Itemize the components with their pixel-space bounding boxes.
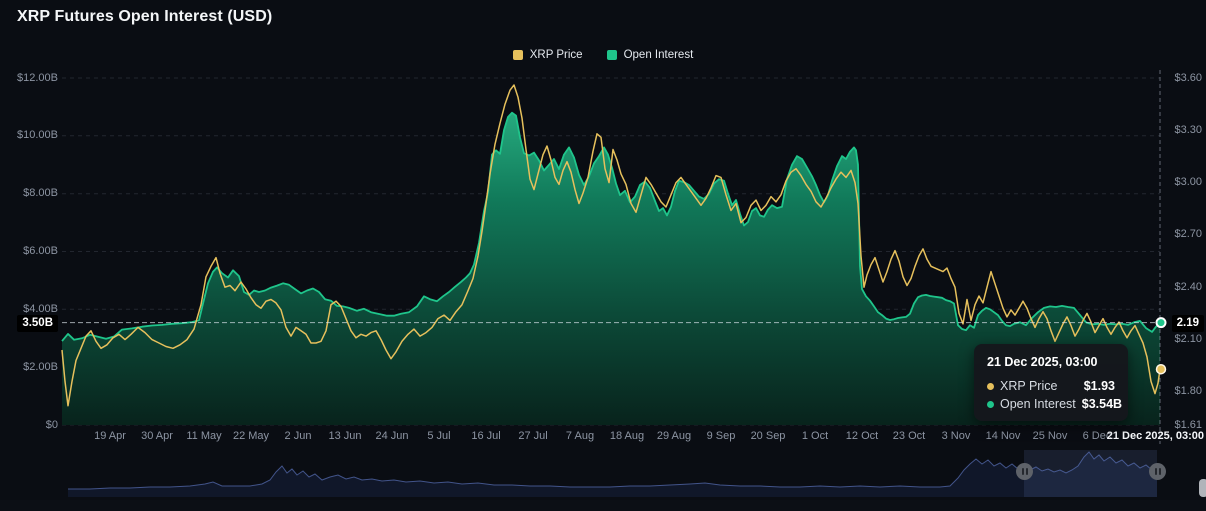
left-axis-tick-label: $0: [2, 419, 58, 432]
x-axis-tick-label: 11 May: [186, 430, 221, 443]
bottom-strip: [0, 500, 1206, 511]
x-axis-tick-label: 19 Apr: [94, 430, 126, 443]
tooltip-row-xrp-price: XRP Price $1.93: [987, 379, 1115, 393]
handle-grip-icon: [1159, 468, 1161, 475]
x-axis-tick-label: 25 Nov: [1033, 430, 1068, 443]
chart-widget: XRP Futures Open Interest (USD) XRP Pric…: [0, 0, 1206, 511]
x-axis-tick-label: 16 Jul: [471, 430, 500, 443]
tooltip-value-open-interest: $3.54B: [1082, 397, 1122, 411]
left-axis-tick-label: $12.00B: [2, 72, 58, 85]
navigator-right-handle[interactable]: [1149, 463, 1166, 480]
x-axis-tick-label: 12 Oct: [846, 430, 878, 443]
right-axis-tick-label: $2.40: [1166, 281, 1202, 294]
page-scrollbar-thumb[interactable]: [1199, 479, 1206, 497]
tooltip-label-open-interest: Open Interest: [1000, 397, 1076, 411]
tooltip-date: 21 Dec 2025, 03:00: [987, 355, 1115, 369]
right-axis-tick-label: $3.60: [1166, 72, 1202, 85]
left-axis-tick-label: $10.00B: [2, 129, 58, 142]
handle-grip-icon: [1026, 468, 1028, 475]
crosshair-date-label: 21 Dec 2025, 03:00: [1107, 430, 1204, 442]
x-axis-tick-label: 13 Jun: [328, 430, 361, 443]
tooltip-value-xrp-price: $1.93: [1084, 379, 1115, 393]
price-axis-last-value-badge: 2.19: [1172, 315, 1204, 332]
open-interest-last-point: [1157, 318, 1166, 327]
xrp-price-last-point: [1157, 365, 1166, 374]
tooltip: 21 Dec 2025, 03:00 XRP Price $1.93 Open …: [974, 344, 1128, 421]
x-axis-tick-label: 5 Jul: [427, 430, 450, 443]
left-axis-tick-label: $2.00B: [2, 361, 58, 374]
x-axis-tick-label: 14 Nov: [986, 430, 1021, 443]
handle-grip-icon: [1022, 468, 1024, 475]
xrp-price-dot-icon: [987, 383, 994, 390]
handle-grip-icon: [1155, 468, 1157, 475]
x-axis-tick-label: 29 Aug: [657, 430, 691, 443]
left-axis-tick-label: $8.00B: [2, 187, 58, 200]
x-axis-tick-label: 3 Nov: [942, 430, 971, 443]
x-axis-tick-label: 20 Sep: [751, 430, 786, 443]
x-axis-tick-label: 9 Sep: [707, 430, 736, 443]
x-axis-tick-label: 2 Jun: [285, 430, 312, 443]
open-interest-last-value-badge: 3.50B: [17, 315, 58, 332]
x-axis-tick-label: 27 Jul: [518, 430, 547, 443]
x-axis-tick-label: 18 Aug: [610, 430, 644, 443]
x-axis-tick-label: 23 Oct: [893, 430, 925, 443]
x-axis-tick-label: 7 Aug: [566, 430, 594, 443]
right-axis-tick-label: $2.10: [1166, 333, 1202, 346]
navigator-area: [68, 452, 1157, 497]
right-axis-tick-label: $3.00: [1166, 176, 1202, 189]
tooltip-label-xrp-price: XRP Price: [1000, 379, 1078, 393]
right-axis-tick-label: $2.70: [1166, 228, 1202, 241]
open-interest-dot-icon: [987, 401, 994, 408]
tooltip-row-open-interest: Open Interest $3.54B: [987, 397, 1115, 411]
navigator-left-handle[interactable]: [1016, 463, 1033, 480]
x-axis-tick-label: 22 May: [233, 430, 269, 443]
x-axis-tick-label: 24 Jun: [375, 430, 408, 443]
left-axis-tick-label: $6.00B: [2, 245, 58, 258]
x-axis-tick-label: 30 Apr: [141, 430, 173, 443]
right-axis-tick-label: $3.30: [1166, 124, 1202, 137]
x-axis-tick-label: 1 Oct: [802, 430, 828, 443]
right-axis-tick-label: $1.80: [1166, 385, 1202, 398]
navigator-selection[interactable]: [1024, 450, 1157, 497]
